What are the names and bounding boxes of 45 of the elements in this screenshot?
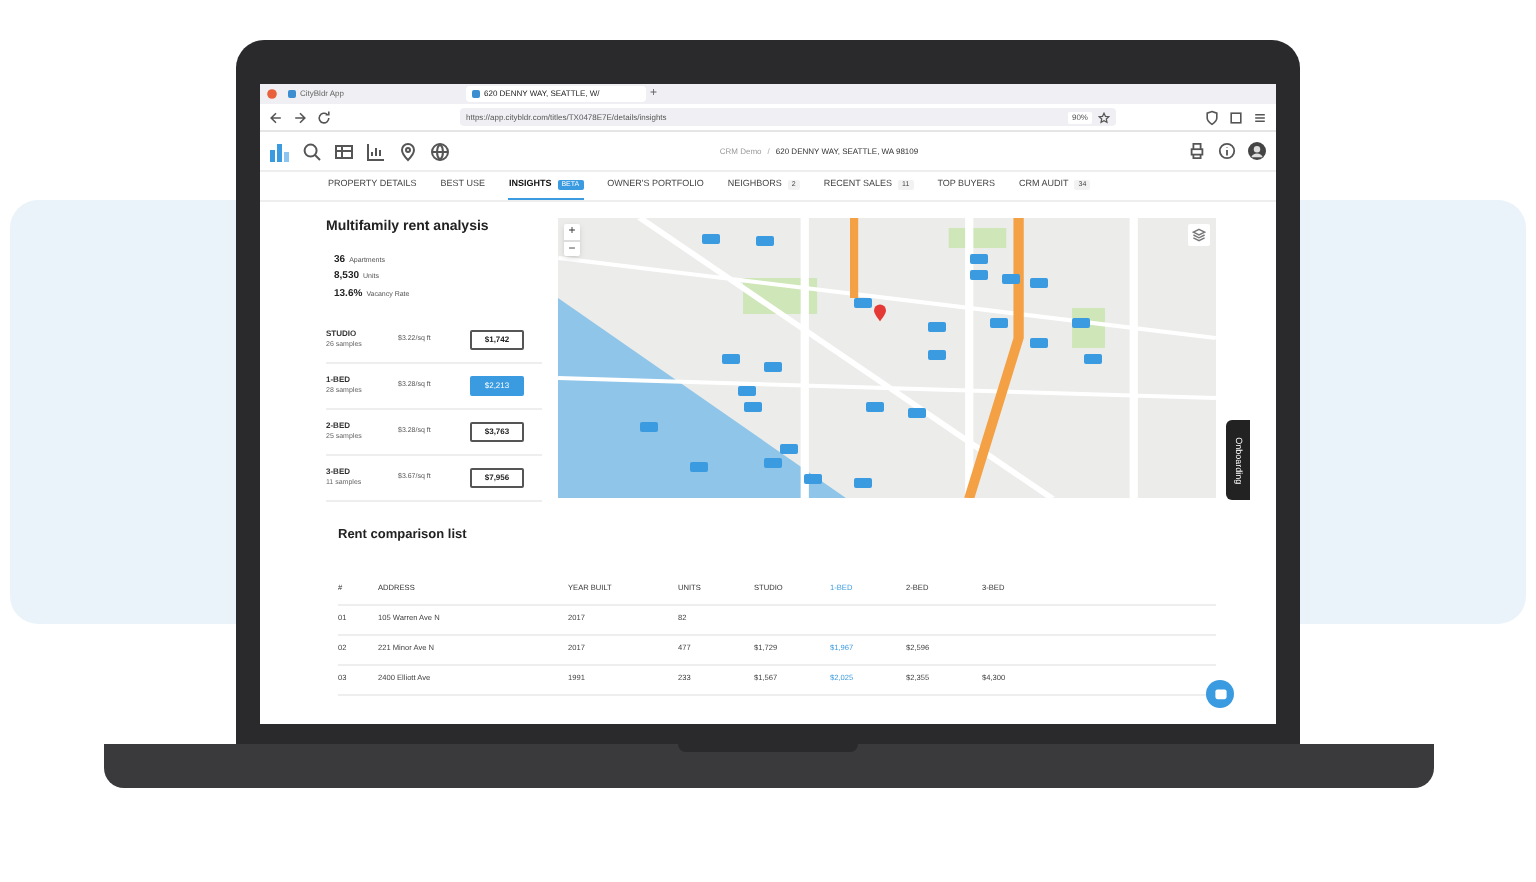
listing-marker[interactable] <box>701 234 720 244</box>
printer-icon[interactable] <box>1188 142 1206 160</box>
listing-marker[interactable] <box>763 362 782 372</box>
chart-icon[interactable] <box>366 141 386 161</box>
listing-marker[interactable] <box>755 236 774 246</box>
location-pin-icon[interactable] <box>873 304 886 323</box>
chat-icon <box>1213 687 1227 701</box>
shield-icon[interactable] <box>1204 109 1220 125</box>
layers-icon[interactable] <box>1188 224 1210 246</box>
listing-marker[interactable] <box>969 270 988 280</box>
listing-marker[interactable] <box>1030 338 1049 348</box>
listing-marker[interactable] <box>928 350 947 360</box>
forward-icon[interactable] <box>292 109 308 125</box>
map-pin-icon[interactable] <box>398 141 418 161</box>
back-icon[interactable] <box>268 109 284 125</box>
listing-marker[interactable] <box>763 458 782 468</box>
star-icon[interactable] <box>1098 111 1110 123</box>
listing-marker[interactable] <box>738 386 757 396</box>
listing-marker[interactable] <box>743 402 762 412</box>
listing-marker[interactable] <box>1084 354 1103 364</box>
listing-marker[interactable] <box>928 322 947 332</box>
listing-marker[interactable] <box>722 354 741 364</box>
listing-marker[interactable] <box>866 402 885 412</box>
reload-icon[interactable] <box>316 109 332 125</box>
listing-marker[interactable] <box>1002 274 1021 284</box>
search-icon[interactable] <box>302 141 322 161</box>
listing-marker[interactable] <box>1030 278 1049 288</box>
browser-logo-icon <box>266 88 278 100</box>
listing-marker[interactable] <box>969 254 988 264</box>
listing-marker[interactable] <box>640 422 659 432</box>
globe-icon[interactable] <box>430 141 450 161</box>
table-icon[interactable] <box>334 141 354 161</box>
listing-marker[interactable] <box>989 318 1008 328</box>
listing-marker[interactable] <box>854 478 873 488</box>
listing-marker[interactable] <box>689 462 708 472</box>
info-icon[interactable] <box>1218 142 1236 160</box>
avatar-icon[interactable] <box>1248 142 1266 160</box>
listing-marker[interactable] <box>854 298 873 308</box>
listing-marker[interactable] <box>780 444 799 454</box>
app-logo-icon[interactable] <box>270 141 290 161</box>
extension-icon[interactable] <box>1228 109 1244 125</box>
listing-marker[interactable] <box>1072 318 1091 328</box>
listing-marker[interactable] <box>907 408 926 418</box>
listing-marker[interactable] <box>804 474 823 484</box>
menu-icon[interactable] <box>1252 109 1268 125</box>
